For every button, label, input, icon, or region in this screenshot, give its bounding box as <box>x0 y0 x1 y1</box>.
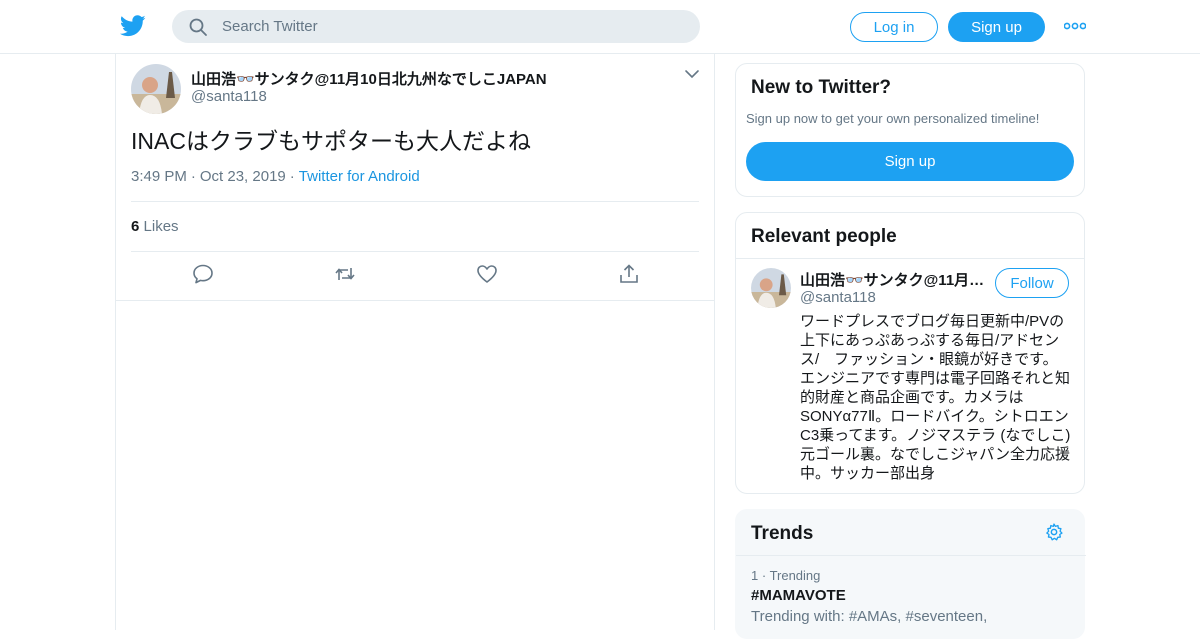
avatar[interactable] <box>751 268 791 308</box>
tweet-time[interactable]: 3:49 PM <box>131 168 187 185</box>
likes-count: 6 <box>131 218 140 235</box>
person-name[interactable]: 山田浩👓サンタク@11月10日北九州なでしこJAPAN <box>800 269 988 290</box>
author-name[interactable]: 山田浩👓サンタク@11月10日北九州なでしこJAPAN <box>191 68 547 89</box>
likes-label: Likes <box>143 218 179 235</box>
divider <box>131 251 699 252</box>
top-bar: Log in Sign up <box>0 0 1200 54</box>
signup-button[interactable]: Sign up <box>948 12 1045 42</box>
trend-rank: 1 <box>751 568 759 583</box>
divider <box>736 555 1086 556</box>
tweet-source-link[interactable]: Twitter for Android <box>299 168 420 185</box>
tweet-date[interactable]: Oct 23, 2019 <box>200 168 286 185</box>
separator-dot: · <box>190 168 196 185</box>
tweet-text: INACはクラブもサポターも大人だよね <box>131 128 531 154</box>
trend-related: Trending with: #AMAs, #seventeen, <box>751 608 988 625</box>
person-handle[interactable]: @santa118 <box>800 289 876 306</box>
gear-icon[interactable] <box>1044 522 1064 542</box>
chevron-down-icon[interactable] <box>684 68 700 80</box>
likes-stat[interactable]: 6 Likes <box>131 218 179 235</box>
follow-button[interactable]: Follow <box>995 268 1069 298</box>
reply-icon[interactable] <box>191 262 215 286</box>
search-input[interactable] <box>222 18 662 35</box>
card-subtitle: Sign up now to get your own personalized… <box>746 111 1040 126</box>
sidebar-signup-button[interactable]: Sign up <box>746 142 1074 181</box>
divider <box>736 258 1084 259</box>
separator-dot: · <box>289 168 295 185</box>
like-icon[interactable] <box>475 262 499 286</box>
author-handle[interactable]: @santa118 <box>191 88 267 105</box>
more-icon[interactable] <box>1064 20 1086 32</box>
tweet-column: 山田浩👓サンタク@11月10日北九州なでしこJAPAN @santa118 IN… <box>115 54 715 630</box>
trend-category: Trending <box>769 568 821 583</box>
avatar[interactable] <box>131 64 181 114</box>
person-bio: ワードプレスでブログ毎日更新中/PVの上下にあっぷあっぷする毎日/アドセンス/ … <box>800 313 1071 482</box>
twitter-logo-icon[interactable] <box>120 14 146 38</box>
login-button[interactable]: Log in <box>850 12 938 42</box>
relevant-people-card: Relevant people 山田浩👓サンタク@11月10日北九州なでしこJA… <box>735 212 1085 494</box>
tweet-timestamp: 3:49 PM · Oct 23, 2019 · Twitter for Android <box>131 168 420 185</box>
retweet-icon[interactable] <box>333 262 357 286</box>
divider <box>131 201 699 202</box>
card-title: New to Twitter? <box>751 77 892 98</box>
search-icon <box>189 18 207 36</box>
trends-card: Trends 1 · Trending #MAMAVOTE Trending w… <box>735 509 1086 639</box>
card-title: Relevant people <box>751 226 897 247</box>
tweet-actions <box>116 262 714 288</box>
share-icon[interactable] <box>617 262 641 286</box>
card-title: Trends <box>751 523 814 544</box>
trend-name[interactable]: #MAMAVOTE <box>751 587 846 604</box>
tweet: 山田浩👓サンタク@11月10日北九州なでしこJAPAN @santa118 IN… <box>116 54 714 301</box>
search-bar[interactable] <box>172 10 700 43</box>
trend-meta: 1 · Trending <box>751 568 821 583</box>
new-to-twitter-card: New to Twitter? Sign up now to get your … <box>735 63 1085 197</box>
